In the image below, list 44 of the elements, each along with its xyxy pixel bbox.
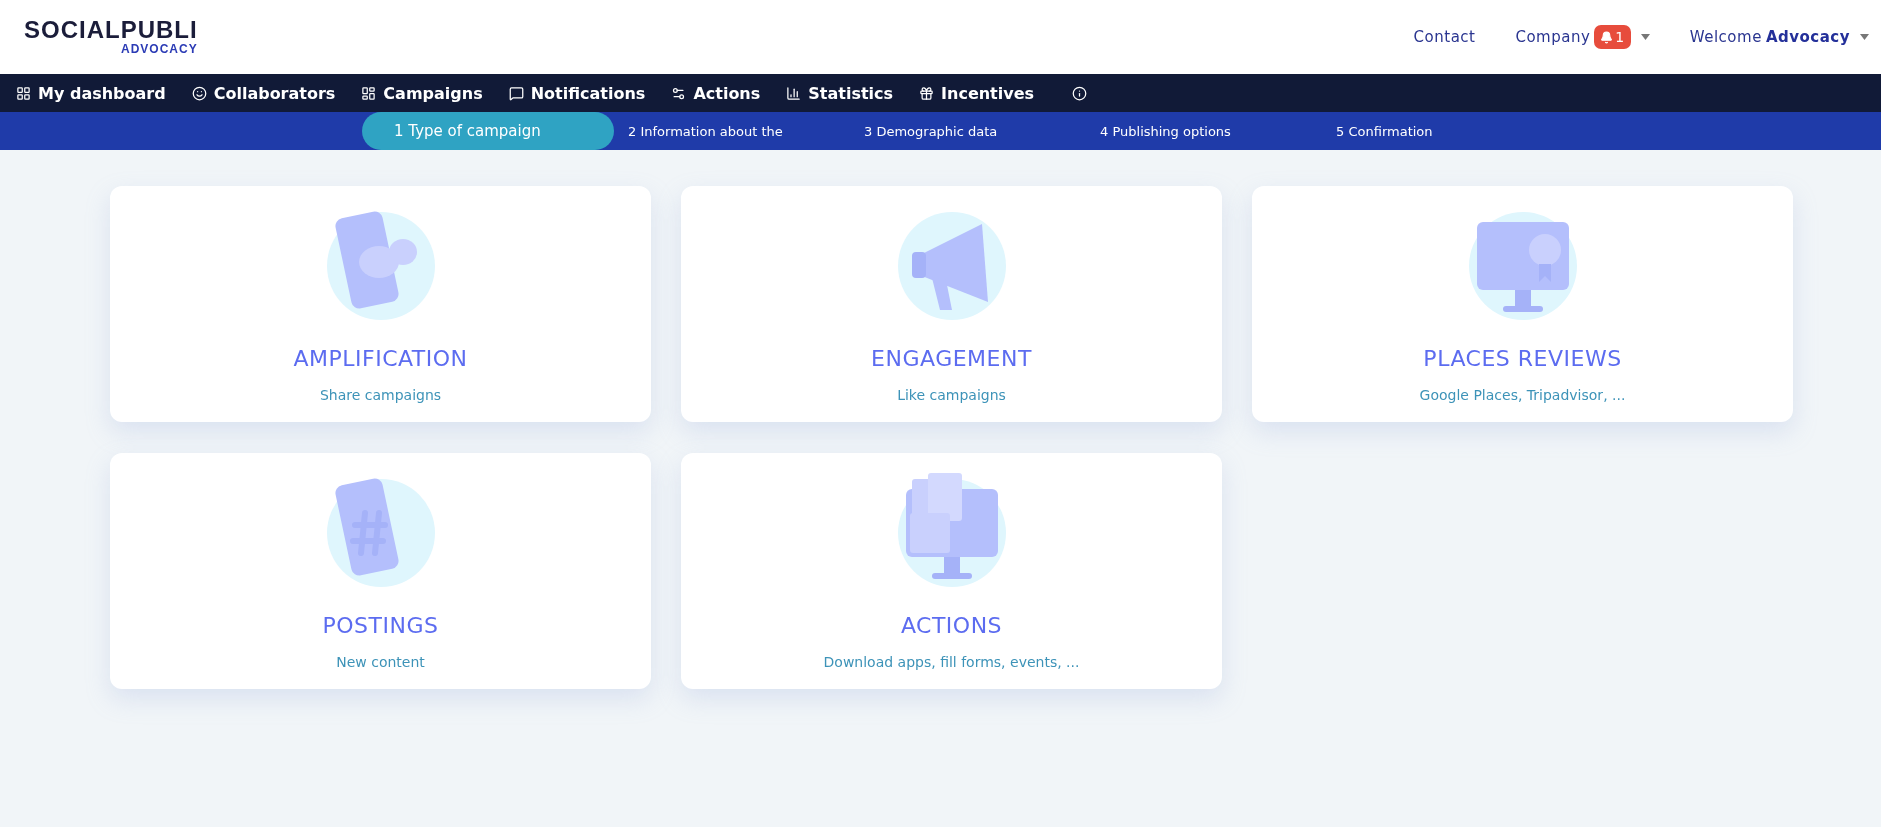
card-subtitle: Download apps, fill forms, events, ... [823, 654, 1080, 670]
socialpubli-logo[interactable]: SOCIALPUBLI ADVOCACY [24, 18, 198, 56]
user-menu[interactable]: Welcome Advocacy [1689, 28, 1869, 46]
card-title: ACTIONS [900, 613, 1003, 638]
company-menu[interactable]: Company 1 [1515, 25, 1650, 49]
nav-item[interactable]: Notifications [508, 83, 646, 103]
campaign-type-card[interactable]: PLACES REVIEWS Google Places, Tripadvisor, ... [1252, 186, 1793, 422]
apps-icon [361, 85, 377, 101]
bars-icon [786, 85, 802, 101]
caret-icon [1640, 34, 1650, 40]
campaign-type-card[interactable]: POSTINGS New content [110, 453, 651, 689]
logo-title: SOCIALPUBLI [24, 18, 198, 42]
chat-icon [508, 85, 524, 101]
gift-icon [919, 85, 935, 101]
card-title: POSTINGS [322, 613, 439, 638]
nav-item[interactable]: Collaborators [191, 83, 336, 103]
card-subtitle: Google Places, Tripadvisor, ... [1419, 387, 1626, 403]
info-icon [1072, 85, 1088, 101]
card-title: AMPLIFICATION [293, 346, 468, 371]
card-subtitle: Like campaigns [897, 387, 1006, 403]
bell-icon [1600, 30, 1614, 44]
info-button[interactable] [1072, 85, 1088, 101]
wizard-step[interactable]: 2 Information about the [614, 112, 850, 150]
card-subtitle: Share campaigns [319, 387, 442, 403]
campaign-type-card[interactable]: ENGAGEMENT Like campaigns [681, 186, 1222, 422]
nav-item[interactable]: Actions [671, 83, 761, 103]
contact-link[interactable]: Contact [1413, 28, 1476, 46]
wizard-step[interactable]: 4 Publishing options [1086, 112, 1322, 150]
face-icon [191, 85, 207, 101]
notification-badge[interactable]: 1 [1594, 25, 1631, 49]
nav-item[interactable]: Campaigns [361, 83, 483, 103]
nav-item[interactable]: My dashboard [16, 83, 166, 103]
nav-item[interactable]: Incentives [919, 83, 1035, 103]
nav-item[interactable]: Statistics [786, 83, 894, 103]
logo-subtitle: ADVOCACY [121, 42, 198, 56]
card-title: PLACES REVIEWS [1423, 346, 1622, 371]
caret-icon [1860, 34, 1869, 40]
card-title: ENGAGEMENT [871, 346, 1032, 371]
campaign-type-card[interactable]: AMPLIFICATION Share campaigns [110, 186, 651, 422]
wizard-step[interactable]: 5 Confirmation [1322, 112, 1558, 150]
wizard-step[interactable]: 3 Demographic data [850, 112, 1086, 150]
card-subtitle: New content [336, 654, 425, 670]
grid-icon [16, 85, 31, 101]
campaign-type-card[interactable]: ACTIONS Download apps, fill forms, events, ... [681, 453, 1222, 689]
